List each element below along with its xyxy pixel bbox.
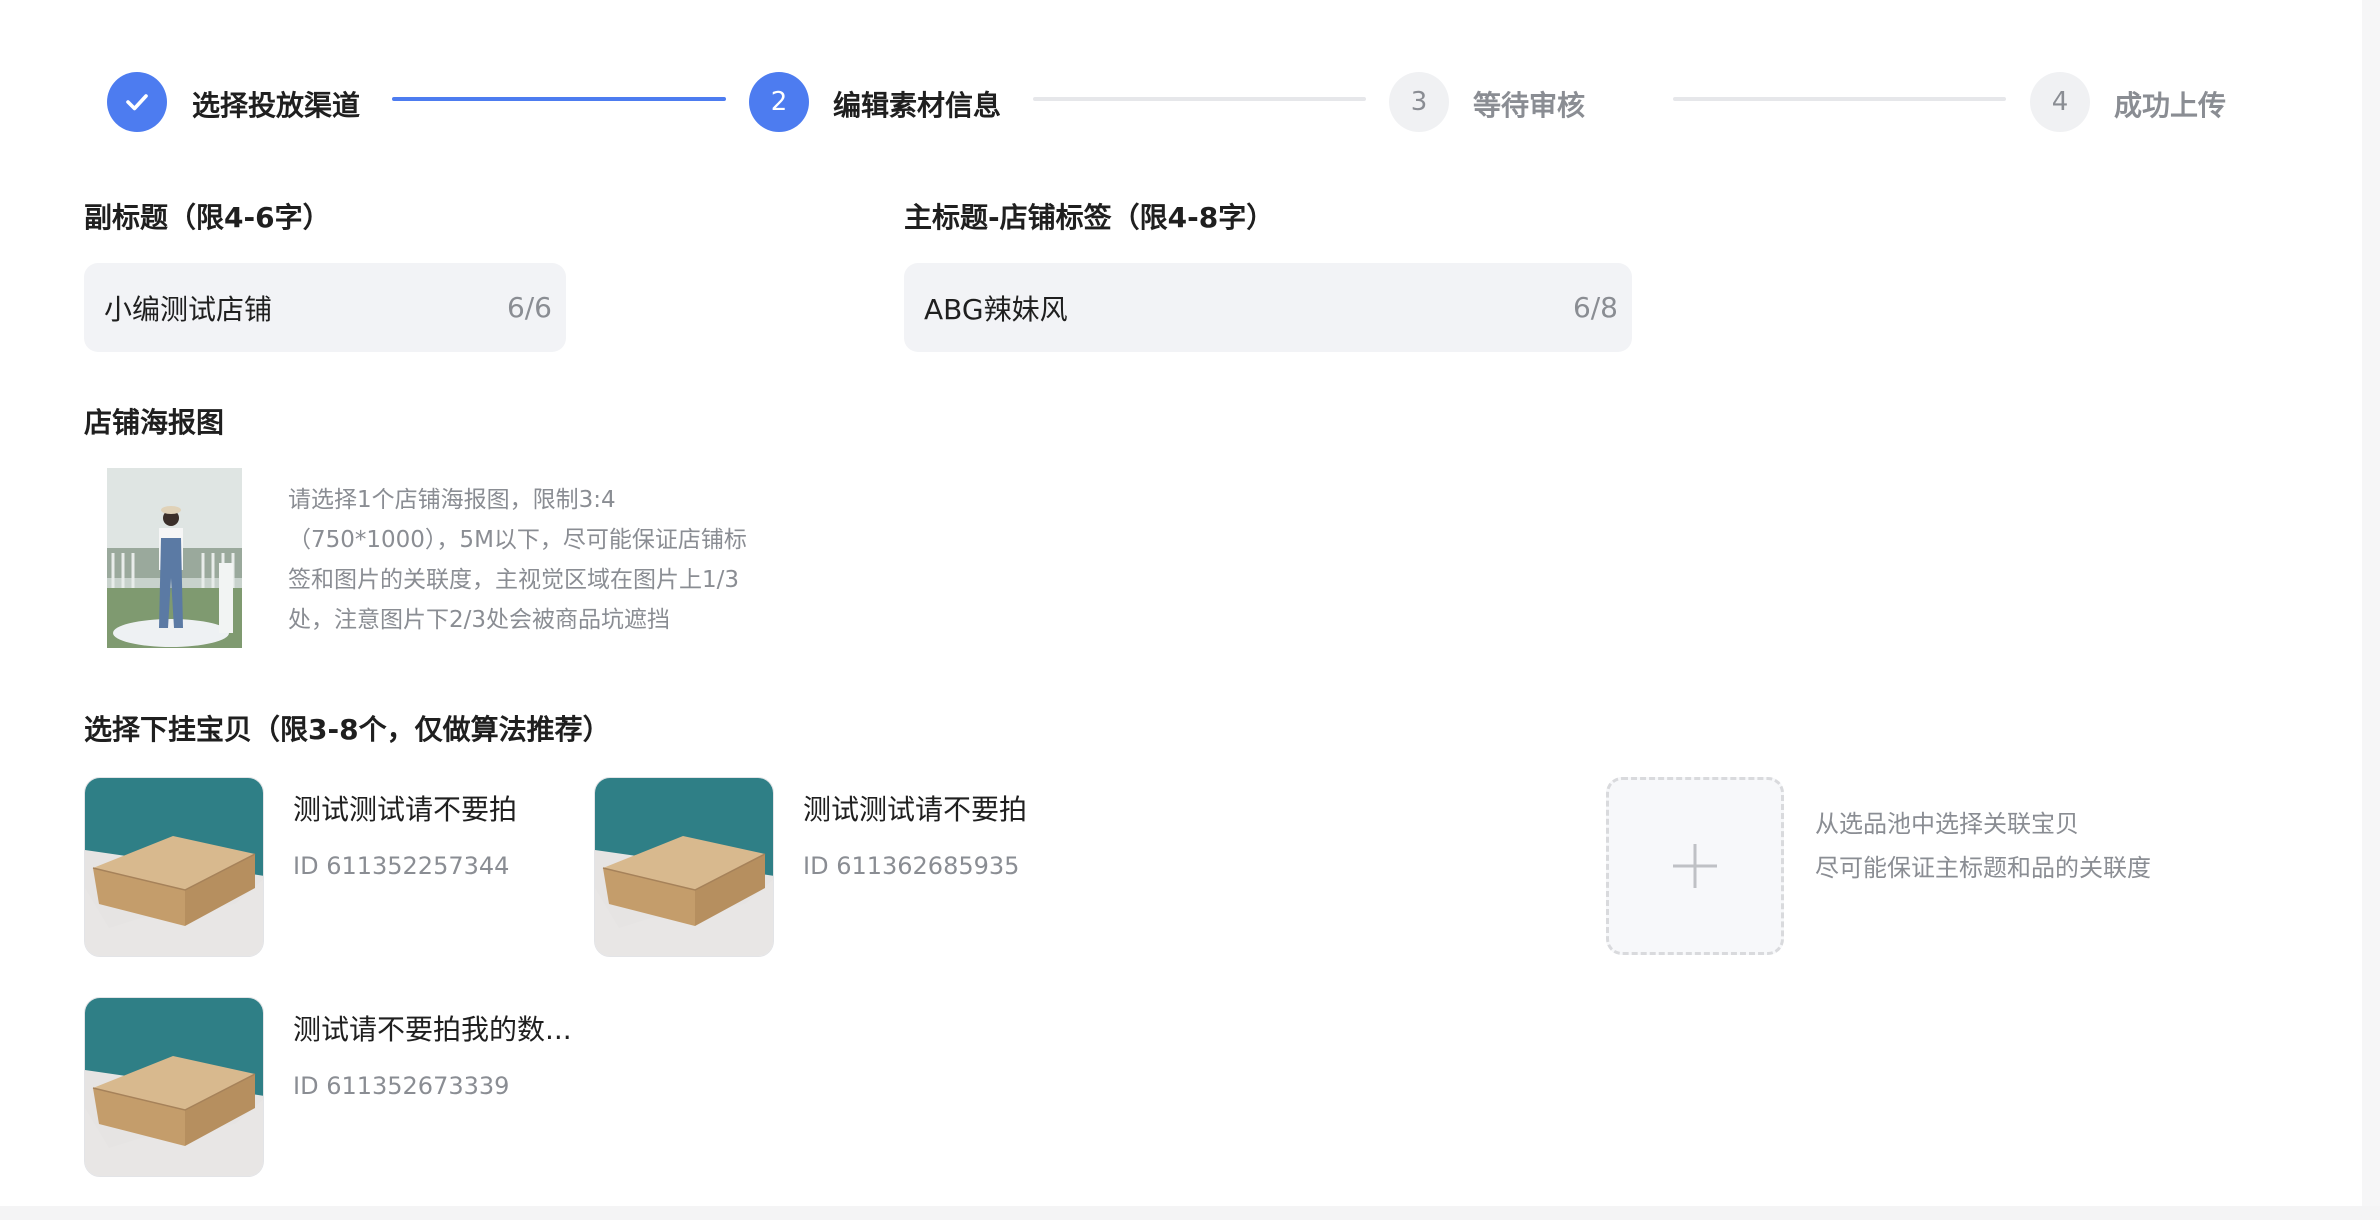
poster-label: 店铺海报图 [84, 406, 225, 439]
poster-hint-line: 请选择1个店铺海报图，限制3:4 [288, 487, 616, 513]
subtitle-value: 小编测试店铺 [104, 292, 273, 326]
product-2-image[interactable] [594, 777, 774, 957]
subtitle-input[interactable]: 小编测试店铺 6/6 [84, 263, 566, 352]
main-title-char-count: 6/8 [1572, 291, 1618, 324]
poster-image[interactable] [107, 468, 242, 648]
poster-hint-line: 处，注意图片下2/3处会被商品坑遮挡 [288, 607, 671, 633]
step-4-label: 成功上传 [2114, 89, 2227, 122]
bottom-divider [0, 1206, 2380, 1220]
product-1-id: ID 611352257344 [293, 852, 510, 880]
main-title-value: ABG辣妹风 [924, 292, 1068, 326]
step-connector-1 [392, 97, 726, 101]
poster-hint: 请选择1个店铺海报图，限制3:4 （750*1000），5M以下，尽可能保证店铺… [288, 480, 808, 640]
scrollbar-track[interactable] [2362, 0, 2380, 1220]
step-2-label: 编辑素材信息 [833, 89, 1002, 122]
products-label: 选择下挂宝贝（限3-8个，仅做算法推荐） [84, 713, 611, 746]
subtitle-char-count: 6/6 [506, 291, 552, 324]
add-hint-line: 从选品池中选择关联宝贝 [1815, 810, 2079, 838]
product-2-name: 测试测试请不要拍 [803, 793, 1028, 826]
product-1-image[interactable] [84, 777, 264, 957]
subtitle-label: 副标题（限4-6字） [84, 201, 331, 234]
product-3-image[interactable] [84, 997, 264, 1177]
step-3-label: 等待审核 [1473, 89, 1586, 122]
plus-icon [1673, 844, 1717, 888]
step-connector-3 [1673, 97, 2006, 101]
product-3-name: 测试请不要拍我的数... [293, 1013, 572, 1046]
add-product-button[interactable] [1606, 777, 1784, 955]
main-title-input[interactable]: ABG辣妹风 6/8 [904, 263, 1632, 352]
add-product-hint: 从选品池中选择关联宝贝 尽可能保证主标题和品的关联度 [1815, 802, 2151, 890]
step-3-number: 3 [1389, 72, 1449, 132]
step-2-number: 2 [749, 72, 809, 132]
poster-hint-line: （750*1000），5M以下，尽可能保证店铺标 [288, 527, 747, 553]
step-4-number: 4 [2030, 72, 2090, 132]
material-edit-page: 选择投放渠道 2 编辑素材信息 3 等待审核 4 成功上传 副标题（限4-6字）… [0, 0, 2380, 1220]
step-1-check-icon [107, 72, 167, 132]
product-1-name: 测试测试请不要拍 [293, 793, 518, 826]
add-hint-line: 尽可能保证主标题和品的关联度 [1815, 854, 2151, 882]
main-title-label: 主标题-店铺标签（限4-8字） [904, 201, 1275, 234]
step-connector-2 [1033, 97, 1366, 101]
product-3-id: ID 611352673339 [293, 1072, 510, 1100]
poster-hint-line: 签和图片的关联度，主视觉区域在图片上1/3 [288, 567, 740, 593]
product-2-id: ID 611362685935 [803, 852, 1020, 880]
step-1-label: 选择投放渠道 [192, 89, 361, 122]
